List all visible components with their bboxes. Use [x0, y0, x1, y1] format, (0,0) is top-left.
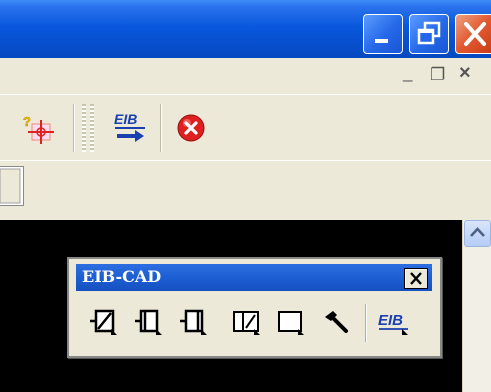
toolbar-grip[interactable]	[90, 104, 94, 152]
application-window: _ ❐ × ? EIB EIB-CAD EIB	[0, 0, 491, 392]
svg-text:EIB: EIB	[378, 312, 403, 329]
eib-logo-button[interactable]: EIB	[376, 307, 412, 337]
mdi-minimize-button[interactable]: _	[403, 64, 412, 82]
property-bar	[0, 160, 491, 220]
restore-icon	[417, 21, 441, 45]
scroll-up-button[interactable]	[464, 220, 491, 247]
eib-export-icon: EIB	[114, 111, 145, 142]
minimize-button[interactable]	[363, 14, 403, 54]
draw-corner-box-button[interactable]	[276, 307, 306, 337]
restore-button[interactable]	[409, 14, 449, 54]
draw-corner-box-icon	[278, 311, 304, 335]
hammer-icon	[325, 311, 348, 333]
mdi-restore-button[interactable]: ❐	[430, 66, 445, 84]
minimize-icon	[375, 39, 388, 43]
draw-slanted-box-icon	[90, 309, 117, 335]
draw-left-bracket-box-button[interactable]	[134, 307, 164, 337]
draw-right-bracket-box-icon	[180, 309, 207, 335]
draw-slanted-box-button[interactable]	[89, 307, 119, 337]
chevron-down-icon	[0, 168, 21, 204]
floating-toolbar-title: EIB-CAD	[82, 267, 162, 286]
query-object-icon: ?	[23, 114, 54, 144]
menu-bar	[0, 58, 491, 94]
draw-split-box-button[interactable]	[232, 307, 262, 337]
close-icon	[464, 22, 486, 46]
chevron-up-icon	[470, 227, 485, 237]
mdi-close-button[interactable]: ×	[459, 63, 471, 83]
close-icon	[410, 272, 422, 285]
close-button[interactable]	[455, 14, 491, 54]
eib-logo-icon: EIB	[378, 312, 408, 335]
draw-right-bracket-box-button[interactable]	[179, 307, 209, 337]
floating-toolbar-separator	[365, 304, 367, 342]
stop-button[interactable]	[175, 112, 207, 144]
toolbar-separator	[73, 104, 75, 152]
toolbar-separator	[160, 104, 162, 152]
stop-icon	[177, 114, 205, 142]
query-object-button[interactable]: ?	[22, 112, 56, 146]
floating-toolbar-close-button[interactable]	[404, 268, 428, 289]
draw-split-box-icon	[233, 311, 260, 335]
hammer-button[interactable]	[321, 307, 351, 337]
dropdown-combo[interactable]	[0, 166, 24, 206]
toolbar-grip[interactable]	[82, 104, 86, 152]
svg-text:?: ?	[23, 114, 31, 129]
svg-text:EIB: EIB	[114, 111, 137, 127]
draw-left-bracket-box-icon	[135, 309, 162, 335]
eib-export-button[interactable]: EIB	[111, 108, 149, 146]
